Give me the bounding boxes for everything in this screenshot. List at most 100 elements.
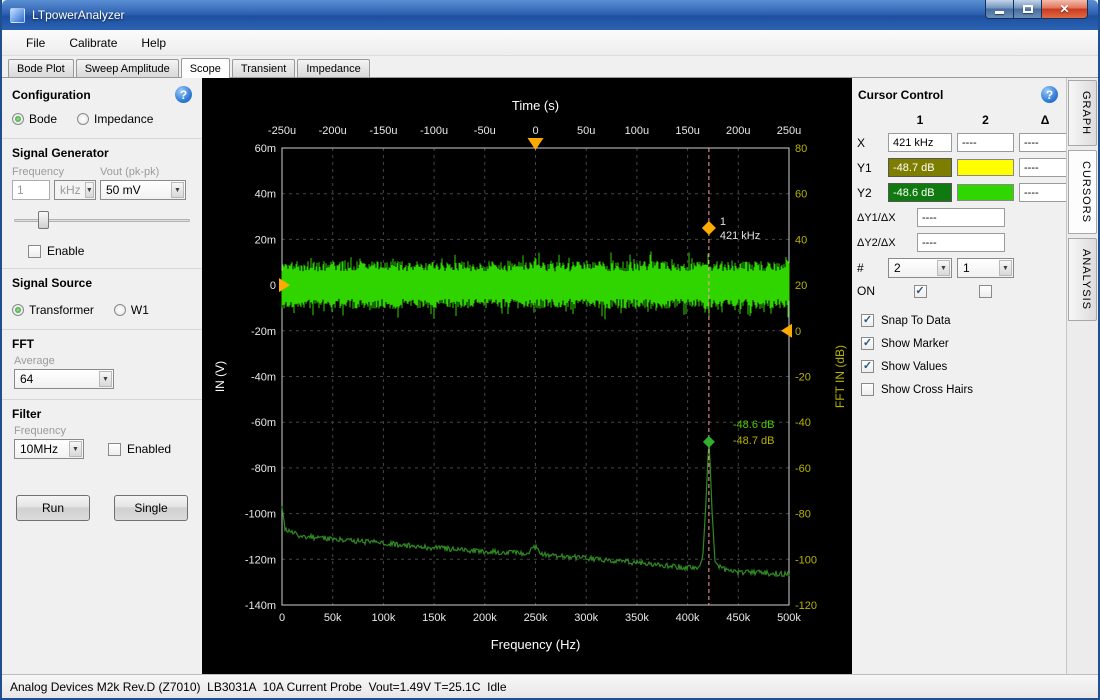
cursor1-x-value: 421 kHz xyxy=(888,133,952,152)
svg-text:-100m: -100m xyxy=(245,509,276,521)
svg-text:20m: 20m xyxy=(255,234,276,246)
enable-checkbox[interactable]: Enable xyxy=(28,244,202,258)
cursor-on-row: ON ✓ xyxy=(852,284,1066,298)
menu-file[interactable]: File xyxy=(16,33,55,53)
filter-enabled-label: Enabled xyxy=(127,442,171,456)
svg-text:150u: 150u xyxy=(675,125,699,137)
minimize-button[interactable] xyxy=(985,0,1014,19)
frequency-label: Frequency xyxy=(12,166,100,178)
show-values-box: ✓ xyxy=(861,360,874,373)
cursor-options: ✓ Snap To Data ✓ Show Marker ✓ Show Valu… xyxy=(852,314,1066,396)
dy1-label: ΔY1/ΔX xyxy=(857,212,911,224)
snap-to-data-label: Snap To Data xyxy=(881,315,950,327)
y1-row-label: Y1 xyxy=(857,161,883,175)
filter-frequency-value: 10MHz xyxy=(20,442,58,456)
app-icon xyxy=(10,8,25,23)
y2-row-label: Y2 xyxy=(857,186,883,200)
svg-text:100k: 100k xyxy=(371,612,395,624)
svg-text:-60m: -60m xyxy=(251,417,276,429)
radio-transformer-text: Transformer xyxy=(29,303,94,317)
show-cross-hairs-checkbox[interactable]: Show Cross Hairs xyxy=(861,383,1066,396)
cursor-control-help-icon[interactable]: ? xyxy=(1041,86,1058,103)
cursor1-y1-value: -48.7 dB xyxy=(888,158,952,177)
cursor-x-row: X 421 kHz ---- ---- xyxy=(852,133,1066,152)
frequency-unit-select[interactable]: kHz ▼ xyxy=(54,180,96,200)
cursor2-on-checkbox[interactable] xyxy=(979,285,992,298)
tab-scope[interactable]: Scope xyxy=(181,58,230,78)
svg-text:-48.6 dB: -48.6 dB xyxy=(733,419,775,431)
svg-text:-20: -20 xyxy=(795,372,811,384)
delta-y2-x-row: ΔY2/ΔX ---- xyxy=(852,233,1066,252)
svg-text:60m: 60m xyxy=(255,143,276,155)
configuration-options: Bode Impedance xyxy=(2,103,202,134)
signal-generator-title: Signal Generator xyxy=(2,144,202,164)
show-cross-hairs-box xyxy=(861,383,874,396)
y1-color-swatch xyxy=(957,159,1014,176)
cursor1-trace-select[interactable]: 2 ▼ xyxy=(888,258,952,278)
scope-plot[interactable]: -250u060m80-200u50k40m60-150u100k20m40-1… xyxy=(202,78,852,674)
radio-impedance[interactable]: Impedance xyxy=(77,112,153,126)
single-button[interactable]: Single xyxy=(114,495,188,521)
dy2-value: ---- xyxy=(917,233,1005,252)
menu-calibrate[interactable]: Calibrate xyxy=(59,33,127,53)
svg-text:200k: 200k xyxy=(473,612,497,624)
svg-text:200u: 200u xyxy=(726,125,750,137)
vout-select[interactable]: 50 mV ▼ xyxy=(100,180,186,200)
filter-frequency-select[interactable]: 10MHz ▼ xyxy=(14,439,84,459)
tab-sweep-amplitude[interactable]: Sweep Amplitude xyxy=(76,59,179,77)
signal-source-options: Transformer W1 xyxy=(2,294,202,325)
chevron-down-icon: ▼ xyxy=(171,182,184,198)
cursor-y2-row: Y2 -48.6 dB ---- xyxy=(852,183,1066,202)
svg-text:450k: 450k xyxy=(726,612,750,624)
scope-plot-svg[interactable]: -250u060m80-200u50k40m60-150u100k20m40-1… xyxy=(202,78,852,674)
cursor-number-label: # xyxy=(857,261,883,275)
cursor-trace-row: # 2 ▼ 1 ▼ xyxy=(852,258,1066,278)
svg-text:421 kHz: 421 kHz xyxy=(720,230,760,242)
show-cross-hairs-label: Show Cross Hairs xyxy=(881,384,973,396)
dy1-value: ---- xyxy=(917,208,1005,227)
cursor1-on-checkbox[interactable]: ✓ xyxy=(914,285,927,298)
menu-help[interactable]: Help xyxy=(131,33,176,53)
vout-value: 50 mV xyxy=(106,183,141,197)
show-values-checkbox[interactable]: ✓ Show Values xyxy=(861,360,1066,373)
status-text: Analog Devices M2k Rev.D (Z7010) LB3031A… xyxy=(10,680,507,694)
svg-text:-200u: -200u xyxy=(319,125,347,137)
show-marker-checkbox[interactable]: ✓ Show Marker xyxy=(861,337,1066,350)
tab-impedance[interactable]: Impedance xyxy=(297,59,369,77)
svg-text:-140m: -140m xyxy=(245,600,276,612)
configuration-title: Configuration xyxy=(12,88,91,102)
filter-title: Filter xyxy=(2,405,202,425)
minimize-icon xyxy=(995,11,1004,14)
tab-cursors[interactable]: CURSORS xyxy=(1068,150,1097,234)
right-tab-strip: GRAPH CURSORS ANALYSIS xyxy=(1066,78,1098,674)
radio-bode[interactable]: Bode xyxy=(12,112,57,126)
tab-graph[interactable]: GRAPH xyxy=(1068,80,1097,146)
average-select[interactable]: 64 ▼ xyxy=(14,369,114,389)
run-button[interactable]: Run xyxy=(16,495,90,521)
tab-analysis[interactable]: ANALYSIS xyxy=(1068,238,1097,321)
filter-enabled-checkbox[interactable]: Enabled xyxy=(108,442,171,456)
svg-text:40m: 40m xyxy=(255,189,276,201)
svg-text:-50u: -50u xyxy=(474,125,496,137)
svg-text:80: 80 xyxy=(795,143,807,155)
frequency-input[interactable]: 1 xyxy=(12,180,50,200)
radio-w1[interactable]: W1 xyxy=(114,303,149,317)
close-button[interactable]: ✕ xyxy=(1042,0,1088,19)
status-bar: Analog Devices M2k Rev.D (Z7010) LB3031A… xyxy=(2,674,1098,698)
radio-transformer[interactable]: Transformer xyxy=(12,303,94,317)
tab-bode-plot[interactable]: Bode Plot xyxy=(8,59,74,77)
cursor2-trace-select[interactable]: 1 ▼ xyxy=(957,258,1014,278)
divider xyxy=(2,399,202,400)
configuration-help-icon[interactable]: ? xyxy=(175,86,192,103)
svg-text:0: 0 xyxy=(795,326,801,338)
amplitude-slider[interactable] xyxy=(14,210,190,230)
slider-thumb[interactable] xyxy=(38,211,49,229)
maximize-button[interactable] xyxy=(1014,0,1042,19)
tab-transient[interactable]: Transient xyxy=(232,59,295,77)
cursor-column-headers: 1 2 Δ xyxy=(852,113,1066,127)
snap-to-data-checkbox[interactable]: ✓ Snap To Data xyxy=(861,314,1066,327)
y2-color-swatch xyxy=(957,184,1014,201)
svg-text:-250u: -250u xyxy=(268,125,296,137)
svg-text:60: 60 xyxy=(795,189,807,201)
svg-text:-120m: -120m xyxy=(245,554,276,566)
